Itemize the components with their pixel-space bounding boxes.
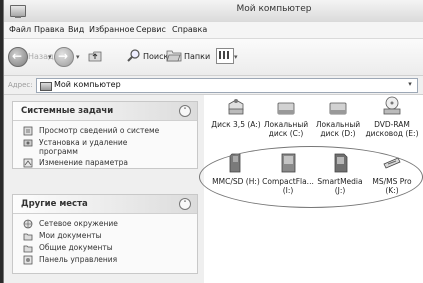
- my-computer-icon: [10, 5, 26, 18]
- other-places-panel: Другие места ˄ Сетевое окружение Мои док…: [12, 194, 198, 274]
- task-pane: Системные задачи ˄ Просмотр сведений о с…: [4, 95, 204, 283]
- system-tasks-header[interactable]: Системные задачи ˄: [13, 102, 197, 121]
- explorer-window: Мой компьютер Файл Правка Вид Избранное …: [3, 0, 423, 283]
- back-dropdown-icon[interactable]: ▾: [48, 53, 52, 61]
- toolbar: Назад ▾ ▾ Поиск Папки ▾: [4, 39, 423, 76]
- network-icon: [23, 219, 33, 229]
- other-places-header[interactable]: Другие места ˄: [13, 195, 197, 214]
- views-dropdown-icon[interactable]: ▾: [234, 53, 238, 61]
- folders-button[interactable]: Папки: [184, 52, 210, 61]
- views-button[interactable]: [216, 48, 234, 64]
- menu-view[interactable]: Вид: [68, 25, 84, 34]
- hard-drive-icon: [329, 102, 347, 115]
- highlight-ellipse: [199, 146, 423, 208]
- drive-dvd-e[interactable]: DVD-RAM дисковод (E:): [360, 95, 423, 139]
- menu-file[interactable]: Файл: [9, 25, 31, 34]
- dvd-drive-icon: [383, 96, 401, 115]
- menu-edit[interactable]: Правка: [34, 25, 64, 34]
- settings-icon: [23, 158, 33, 168]
- other-places-title: Другие места: [21, 199, 88, 209]
- control-panel-icon: [23, 255, 33, 265]
- info-icon: [23, 126, 33, 136]
- menu-tools[interactable]: Сервис: [136, 25, 166, 34]
- address-bar: Адрес: Мой компьютер ▾: [4, 76, 423, 95]
- folder-up-icon[interactable]: [88, 50, 102, 62]
- address-value: Мой компьютер: [54, 80, 121, 89]
- menu-favorites[interactable]: Избранное: [89, 25, 134, 34]
- screenshot: Мой компьютер Файл Правка Вид Избранное …: [0, 0, 423, 283]
- folder-icon: [23, 245, 33, 253]
- menu-help[interactable]: Справка: [172, 25, 207, 34]
- menu-bar: Файл Правка Вид Избранное Сервис Справка: [4, 22, 423, 39]
- system-tasks-panel: Системные задачи ˄ Просмотр сведений о с…: [12, 101, 198, 169]
- forward-dropdown-icon[interactable]: ▾: [76, 53, 80, 61]
- back-button[interactable]: [8, 47, 28, 67]
- collapse-icon[interactable]: ˄: [179, 105, 191, 117]
- folders-icon[interactable]: [166, 48, 182, 62]
- hard-drive-icon: [277, 102, 295, 115]
- programs-icon: [23, 139, 33, 147]
- address-dropdown-icon[interactable]: ▾: [405, 80, 415, 90]
- floppy-drive-icon: [228, 99, 244, 115]
- search-button[interactable]: Поиск: [143, 52, 168, 61]
- forward-button[interactable]: [54, 47, 74, 67]
- folder-icon: [23, 233, 33, 241]
- address-label: Адрес:: [8, 81, 33, 89]
- search-icon[interactable]: [127, 48, 141, 62]
- my-computer-icon: [40, 82, 52, 91]
- collapse-icon[interactable]: ˄: [179, 198, 191, 210]
- address-field[interactable]: Мой компьютер ▾: [36, 78, 418, 93]
- title-bar[interactable]: Мой компьютер: [4, 0, 423, 23]
- window-title: Мой компьютер: [236, 4, 312, 14]
- system-tasks-title: Системные задачи: [21, 106, 114, 116]
